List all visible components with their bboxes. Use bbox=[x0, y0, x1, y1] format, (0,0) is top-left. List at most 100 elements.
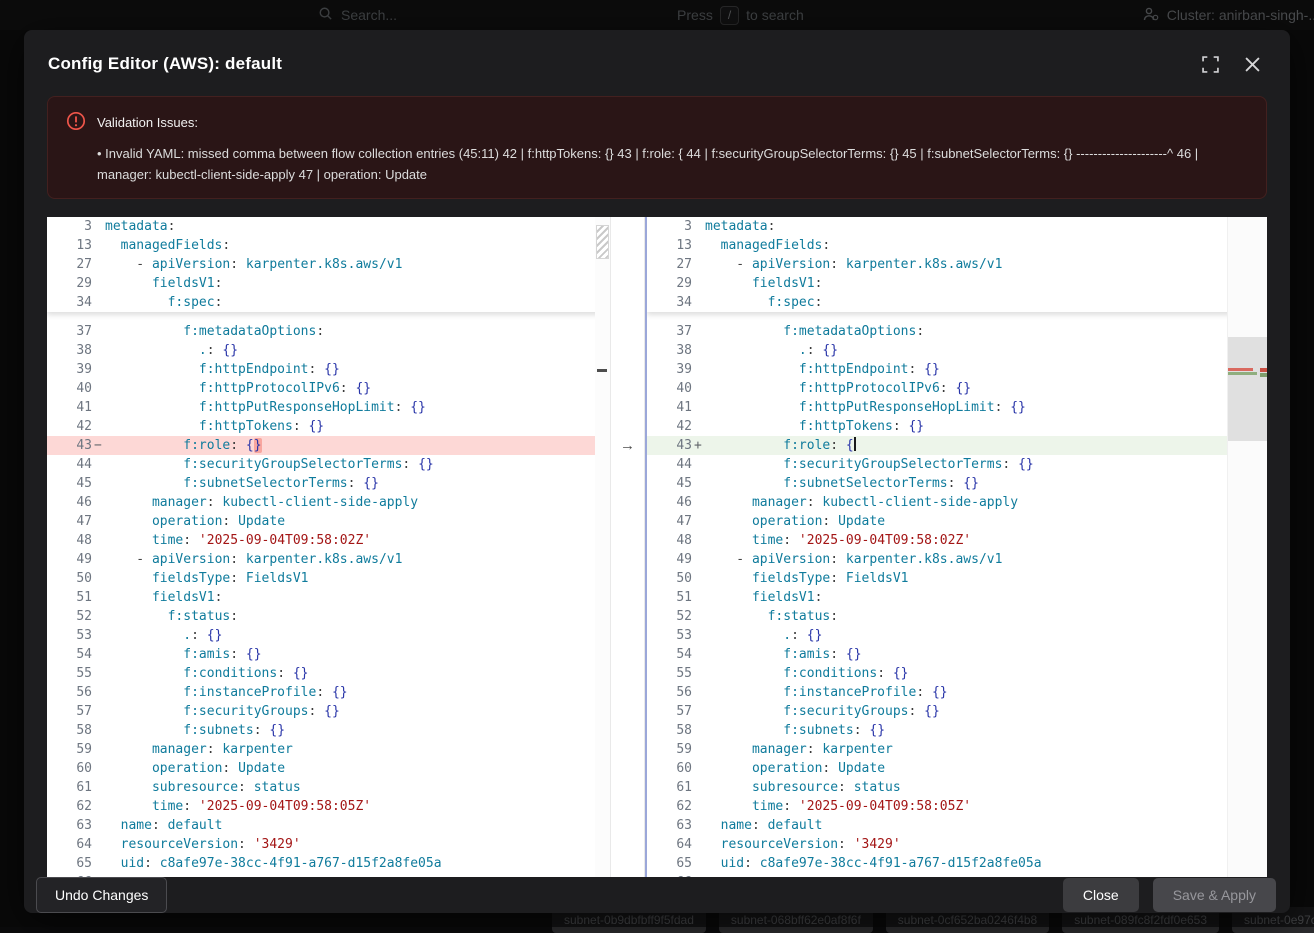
code-line[interactable]: 65uid: c8afe97e-38cc-4f91-a767-d15f2a8fe… bbox=[47, 854, 610, 873]
left-overview-ruler[interactable] bbox=[595, 217, 610, 877]
line-number: 61 bbox=[47, 778, 105, 797]
code-line[interactable]: 57f:securityGroups: {} bbox=[647, 702, 1267, 721]
code-line[interactable]: 63name: default bbox=[47, 816, 610, 835]
code-line[interactable]: 38.: {} bbox=[647, 341, 1267, 360]
code-line[interactable]: 61subresource: status bbox=[47, 778, 610, 797]
code-line[interactable]: 65uid: c8afe97e-38cc-4f91-a767-d15f2a8fe… bbox=[647, 854, 1267, 873]
code-line[interactable]: 51fieldsV1: bbox=[647, 588, 1267, 607]
minimap-slider[interactable] bbox=[1228, 337, 1267, 441]
removed-line-marker bbox=[597, 369, 607, 372]
code-line[interactable]: 48time: '2025-09-04T09:58:02Z' bbox=[647, 531, 1267, 550]
code-line[interactable]: 27- apiVersion: karpenter.k8s.aws/v1 bbox=[47, 255, 610, 274]
code-line[interactable]: 50fieldsType: FieldsV1 bbox=[647, 569, 1267, 588]
dialog-title: Config Editor (AWS): default bbox=[48, 54, 1182, 74]
code-line[interactable]: 40f:httpProtocolIPv6: {} bbox=[647, 379, 1267, 398]
code-line[interactable]: 50fieldsType: FieldsV1 bbox=[47, 569, 610, 588]
code-line[interactable]: 13managedFields: bbox=[647, 236, 1267, 255]
line-number: 38 bbox=[647, 341, 705, 360]
code-line[interactable]: 53.: {} bbox=[647, 626, 1267, 645]
code-line[interactable]: 3metadata: bbox=[647, 217, 1267, 236]
code-line[interactable]: 62time: '2025-09-04T09:58:05Z' bbox=[647, 797, 1267, 816]
line-number: 55 bbox=[647, 664, 705, 683]
code-line[interactable]: 56f:instanceProfile: {} bbox=[647, 683, 1267, 702]
code-lines-right[interactable]: 37f:metadataOptions:38.: {}39f:httpEndpo… bbox=[647, 312, 1267, 877]
line-number: 37 bbox=[647, 322, 705, 341]
code-line[interactable]: 59manager: karpenter bbox=[647, 740, 1267, 759]
code-line[interactable]: 66spec: bbox=[647, 873, 1267, 877]
line-number: 41 bbox=[647, 398, 705, 417]
code-line[interactable]: 66spec: bbox=[47, 873, 610, 877]
code-line[interactable]: 41f:httpPutResponseHopLimit: {} bbox=[47, 398, 610, 417]
hidden-region-widget[interactable] bbox=[596, 225, 609, 259]
code-line[interactable]: 48time: '2025-09-04T09:58:02Z' bbox=[47, 531, 610, 550]
code-lines-left[interactable]: 37f:metadataOptions:38.: {}39f:httpEndpo… bbox=[47, 312, 610, 877]
code-line[interactable]: 49- apiVersion: karpenter.k8s.aws/v1 bbox=[47, 550, 610, 569]
code-line[interactable]: 54f:amis: {} bbox=[47, 645, 610, 664]
code-line[interactable]: 60operation: Update bbox=[47, 759, 610, 778]
code-line[interactable]: 61subresource: status bbox=[647, 778, 1267, 797]
code-line[interactable]: 53.: {} bbox=[47, 626, 610, 645]
code-line[interactable]: 56f:instanceProfile: {} bbox=[47, 683, 610, 702]
line-number: 62 bbox=[647, 797, 705, 816]
line-number: 50 bbox=[47, 569, 105, 588]
code-line[interactable]: 27- apiVersion: karpenter.k8s.aws/v1 bbox=[647, 255, 1267, 274]
code-line[interactable]: 63name: default bbox=[647, 816, 1267, 835]
line-number: 53 bbox=[47, 626, 105, 645]
code-line[interactable]: 42f:httpTokens: {} bbox=[647, 417, 1267, 436]
undo-changes-button[interactable]: Undo Changes bbox=[36, 877, 167, 913]
code-line[interactable]: 44f:securityGroupSelectorTerms: {} bbox=[47, 455, 610, 474]
code-line[interactable]: 51fieldsV1: bbox=[47, 588, 610, 607]
code-line[interactable]: 29fieldsV1: bbox=[47, 274, 610, 293]
line-number: 34 bbox=[47, 293, 105, 312]
close-dialog-button[interactable] bbox=[1238, 50, 1266, 78]
code-line[interactable]: 37f:metadataOptions: bbox=[47, 322, 610, 341]
code-line[interactable]: 64resourceVersion: '3429' bbox=[47, 835, 610, 854]
fullscreen-button[interactable] bbox=[1196, 50, 1224, 78]
code-line[interactable]: 49- apiVersion: karpenter.k8s.aws/v1 bbox=[647, 550, 1267, 569]
code-line[interactable]: 60operation: Update bbox=[647, 759, 1267, 778]
code-line[interactable]: 59manager: karpenter bbox=[47, 740, 610, 759]
code-line[interactable]: 39f:httpEndpoint: {} bbox=[647, 360, 1267, 379]
code-line[interactable]: 47operation: Update bbox=[47, 512, 610, 531]
code-line[interactable]: 3metadata: bbox=[47, 217, 610, 236]
code-line[interactable]: 57f:securityGroups: {} bbox=[47, 702, 610, 721]
code-line[interactable]: 45f:subnetSelectorTerms: {} bbox=[647, 474, 1267, 493]
code-line[interactable]: 54f:amis: {} bbox=[647, 645, 1267, 664]
code-line[interactable]: 37f:metadataOptions: bbox=[647, 322, 1267, 341]
line-number: 42 bbox=[47, 417, 105, 436]
code-line[interactable]: 45f:subnetSelectorTerms: {} bbox=[47, 474, 610, 493]
code-line[interactable]: 44f:securityGroupSelectorTerms: {} bbox=[647, 455, 1267, 474]
code-line[interactable]: 55f:conditions: {} bbox=[647, 664, 1267, 683]
line-number: 55 bbox=[47, 664, 105, 683]
code-line[interactable]: 47operation: Update bbox=[647, 512, 1267, 531]
code-line[interactable]: 62time: '2025-09-04T09:58:05Z' bbox=[47, 797, 610, 816]
code-line[interactable]: 41f:httpPutResponseHopLimit: {} bbox=[647, 398, 1267, 417]
modified-editor-pane[interactable]: 3metadata:13managedFields:27- apiVersion… bbox=[645, 217, 1267, 877]
code-line[interactable]: 43+f:role: { bbox=[647, 436, 1267, 455]
code-line[interactable]: 58f:subnets: {} bbox=[647, 721, 1267, 740]
code-line[interactable]: 34f:spec: bbox=[47, 293, 610, 312]
minimap[interactable] bbox=[1227, 217, 1267, 877]
code-line[interactable]: 13managedFields: bbox=[47, 236, 610, 255]
code-line[interactable]: 29fieldsV1: bbox=[647, 274, 1267, 293]
code-line[interactable]: 52f:status: bbox=[47, 607, 610, 626]
code-line[interactable]: 52f:status: bbox=[647, 607, 1267, 626]
minimap-added-mark bbox=[1228, 372, 1257, 375]
code-line[interactable]: 43−f:role: {} bbox=[47, 436, 610, 455]
code-line[interactable]: 38.: {} bbox=[47, 341, 610, 360]
close-button[interactable]: Close bbox=[1063, 878, 1139, 912]
code-line[interactable]: 39f:httpEndpoint: {} bbox=[47, 360, 610, 379]
code-line[interactable]: 40f:httpProtocolIPv6: {} bbox=[47, 379, 610, 398]
code-line[interactable]: 34f:spec: bbox=[647, 293, 1267, 312]
code-line[interactable]: 55f:conditions: {} bbox=[47, 664, 610, 683]
code-line[interactable]: 64resourceVersion: '3429' bbox=[647, 835, 1267, 854]
original-editor-pane[interactable]: 3metadata:13managedFields:27- apiVersion… bbox=[47, 217, 610, 877]
line-number: 56 bbox=[647, 683, 705, 702]
code-line[interactable]: 58f:subnets: {} bbox=[47, 721, 610, 740]
code-line[interactable]: 42f:httpTokens: {} bbox=[47, 417, 610, 436]
code-line[interactable]: 46manager: kubectl-client-side-apply bbox=[647, 493, 1267, 512]
save-apply-button[interactable]: Save & Apply bbox=[1153, 878, 1276, 912]
line-number: 58 bbox=[647, 721, 705, 740]
revert-change-arrow-icon[interactable]: → bbox=[611, 436, 644, 455]
code-line[interactable]: 46manager: kubectl-client-side-apply bbox=[47, 493, 610, 512]
